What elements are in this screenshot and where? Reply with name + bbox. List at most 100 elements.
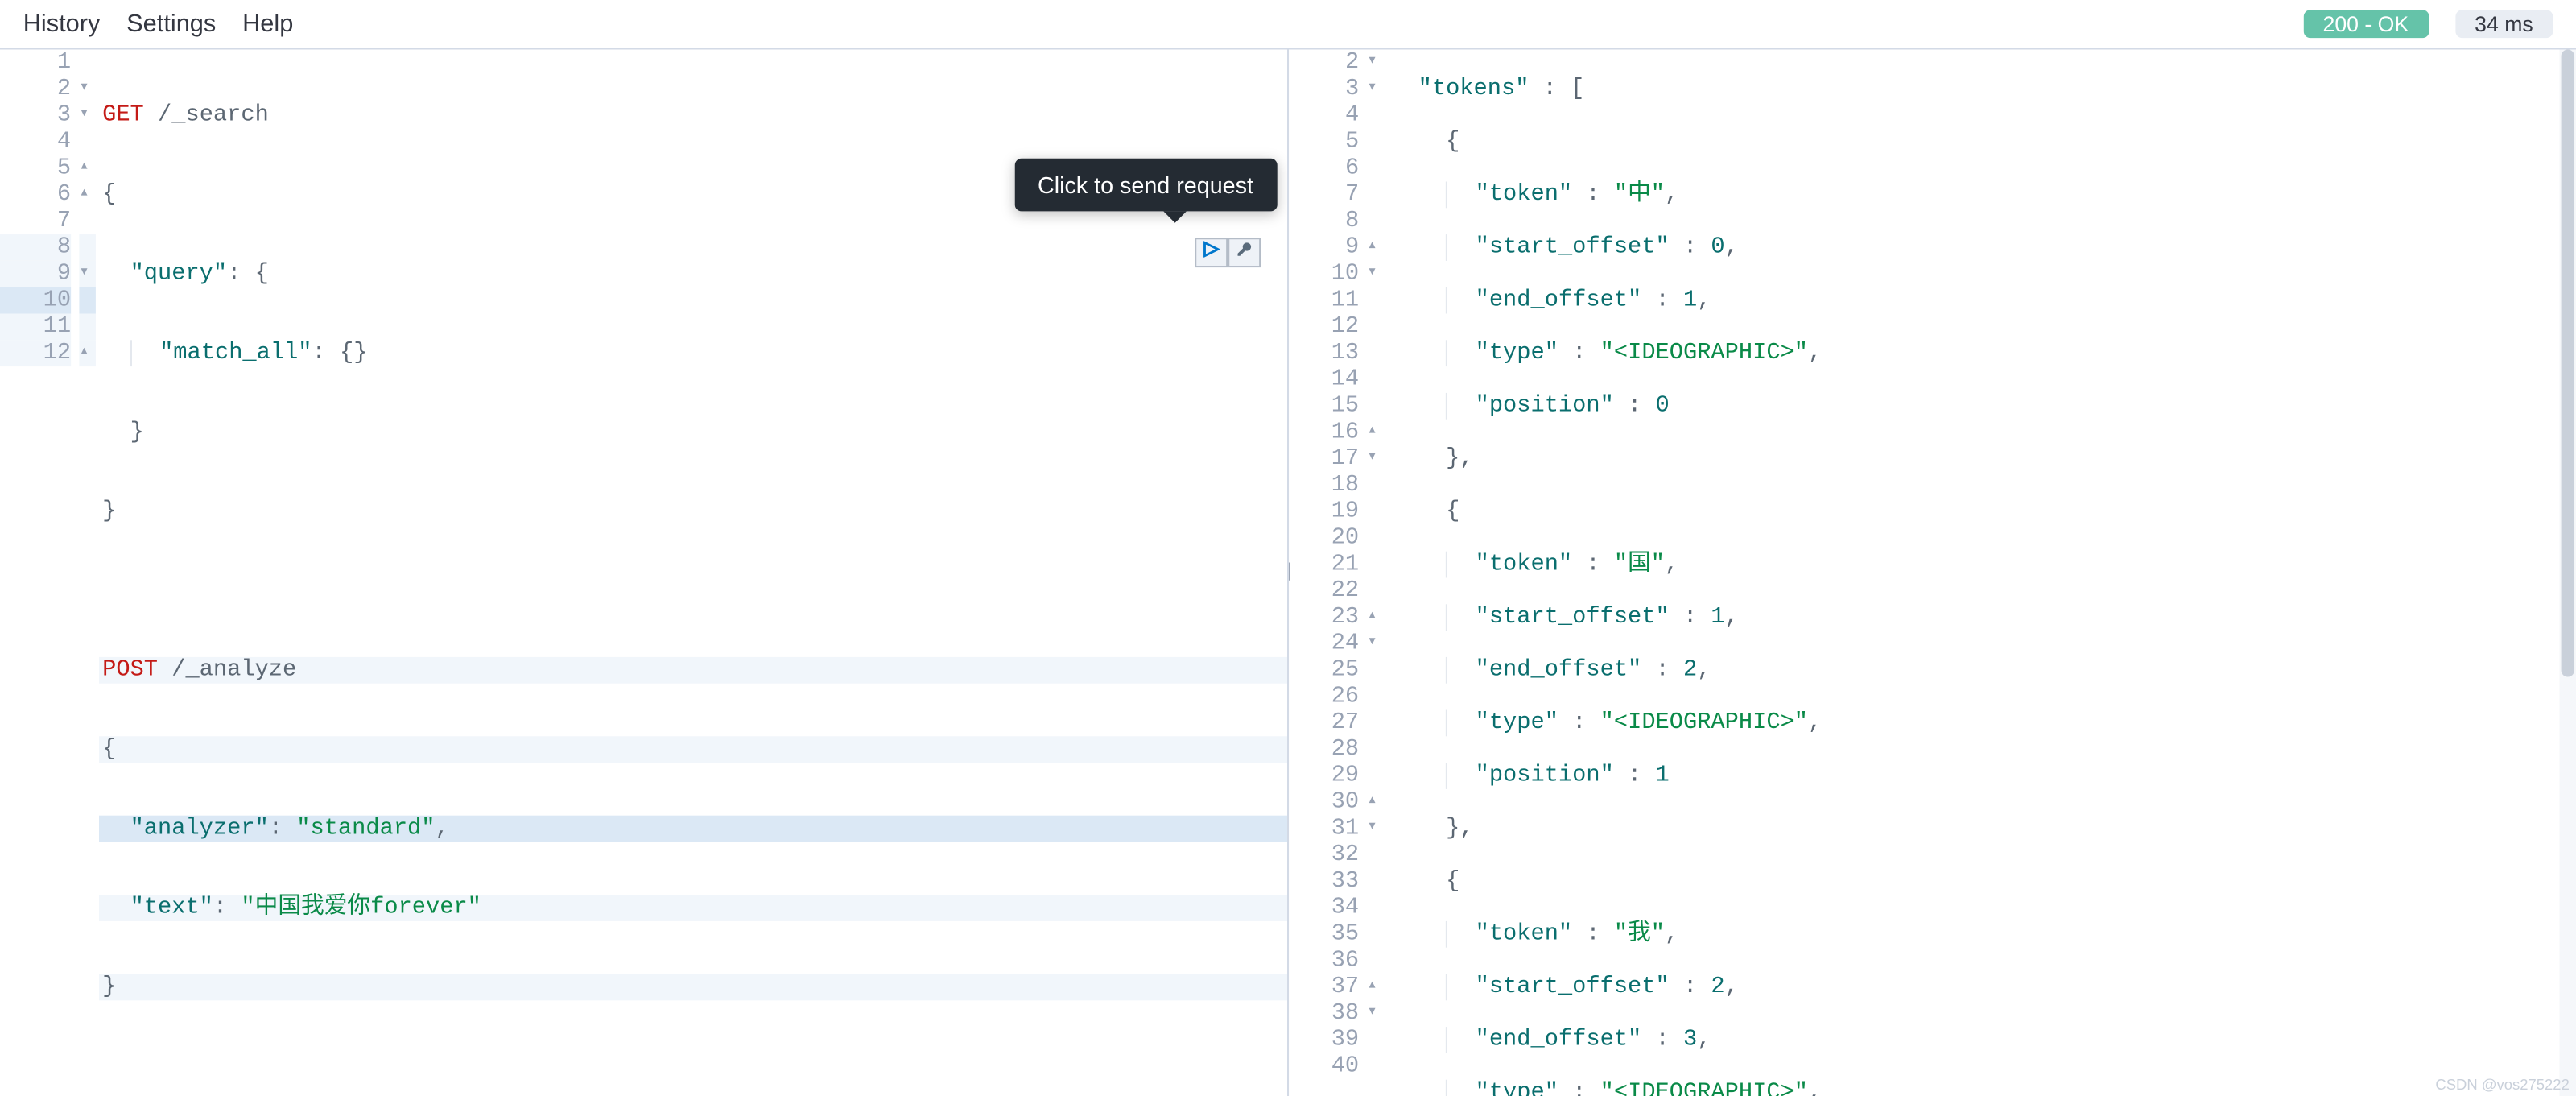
fold-marker[interactable]: ▴	[79, 182, 96, 209]
menu-history[interactable]: History	[23, 10, 101, 38]
fold-marker[interactable]: ▾	[1367, 631, 1384, 657]
send-request-button[interactable]	[1194, 238, 1227, 267]
fold-marker[interactable]: ▴	[1367, 604, 1384, 631]
fold-marker[interactable]: ▾	[1367, 50, 1384, 77]
fold-marker[interactable]	[1367, 287, 1384, 314]
fold-marker[interactable]	[79, 314, 96, 341]
fold-marker[interactable]	[1367, 552, 1384, 578]
fold-marker[interactable]	[1367, 710, 1384, 737]
fold-marker[interactable]	[1367, 657, 1384, 684]
fold-marker[interactable]: ▴	[1367, 974, 1384, 1001]
menubar: History Settings Help 200 - OK 34 ms	[0, 0, 2576, 50]
fold-marker[interactable]	[1367, 525, 1384, 552]
fold-marker[interactable]	[1367, 182, 1384, 209]
punct: ,	[1725, 604, 1739, 631]
fold-marker[interactable]	[79, 208, 96, 234]
json-string: "国"	[1614, 552, 1665, 578]
fold-marker[interactable]: ▾	[1367, 816, 1384, 842]
json-key: "end_offset"	[1476, 657, 1642, 684]
line-number: 35	[1288, 921, 1359, 948]
fold-marker[interactable]	[1367, 895, 1384, 921]
response-viewer[interactable]: "tokens" : [ { "token" : "中", "start_off…	[1384, 50, 2576, 1096]
line-number: 36	[1288, 948, 1359, 974]
json-key: "text"	[130, 895, 213, 921]
fold-marker[interactable]	[1367, 472, 1384, 498]
fold-marker[interactable]: ▾	[1367, 261, 1384, 287]
line-number: 12	[0, 340, 71, 366]
fold-marker[interactable]	[1367, 948, 1384, 974]
fold-marker[interactable]	[1367, 366, 1384, 393]
response-scrollbar[interactable]	[2560, 50, 2576, 1096]
wrench-icon	[1235, 239, 1252, 266]
punct: :	[1558, 340, 1600, 366]
fold-marker[interactable]: ▾	[79, 102, 96, 129]
fold-marker[interactable]	[79, 287, 96, 314]
fold-marker[interactable]	[1367, 868, 1384, 895]
fold-marker[interactable]	[1367, 1053, 1384, 1080]
request-options-button[interactable]	[1227, 238, 1260, 267]
fold-marker[interactable]	[1367, 498, 1384, 525]
fold-marker[interactable]: ▴	[1367, 234, 1384, 261]
scrollbar-thumb[interactable]	[2562, 50, 2574, 678]
line-number: 7	[1288, 182, 1359, 209]
json-key: "type"	[1476, 710, 1558, 737]
json-key: "match_all"	[159, 340, 312, 366]
line-number: 1	[0, 50, 71, 77]
fold-marker[interactable]	[79, 50, 96, 77]
fold-marker[interactable]	[1367, 155, 1384, 182]
menu-help[interactable]: Help	[242, 10, 293, 38]
fold-marker[interactable]	[1367, 129, 1384, 155]
fold-marker[interactable]	[1367, 921, 1384, 948]
brace: {	[1446, 498, 1459, 525]
fold-marker[interactable]: ▴	[79, 155, 96, 182]
punct: :	[1670, 974, 1711, 1001]
fold-marker[interactable]: ▴	[1367, 789, 1384, 816]
fold-marker[interactable]	[1367, 314, 1384, 341]
status-code-badge[interactable]: 200 - OK	[2303, 10, 2429, 38]
punct: :	[1572, 921, 1614, 948]
line-number: 21	[1288, 552, 1359, 578]
fold-marker[interactable]: ▾	[79, 76, 96, 102]
fold-marker[interactable]	[1367, 393, 1384, 420]
fold-marker[interactable]	[1367, 736, 1384, 763]
brace: }	[130, 420, 144, 446]
line-number: 37	[1288, 974, 1359, 1001]
json-string: "中"	[1614, 182, 1665, 209]
fold-marker[interactable]	[1367, 102, 1384, 129]
line-number: 34	[1288, 895, 1359, 921]
json-key: "token"	[1476, 182, 1573, 209]
punct: :	[1572, 182, 1614, 209]
fold-marker[interactable]: ▾	[1367, 76, 1384, 102]
fold-marker[interactable]	[1367, 208, 1384, 234]
fold-marker[interactable]: ▾	[79, 261, 96, 287]
fold-marker[interactable]	[1367, 842, 1384, 869]
punct: ,	[1725, 234, 1739, 261]
fold-marker[interactable]	[1367, 578, 1384, 605]
fold-marker[interactable]: ▾	[1367, 446, 1384, 473]
line-number: 6	[0, 182, 71, 209]
line-number: 8	[1288, 208, 1359, 234]
line-number: 11	[1288, 287, 1359, 314]
status-time-badge[interactable]: 34 ms	[2455, 10, 2553, 38]
line-number: 2	[1288, 50, 1359, 77]
punct: :	[1614, 393, 1656, 420]
punct: :	[1670, 604, 1711, 631]
fold-marker[interactable]	[1367, 763, 1384, 789]
punct: :	[1641, 657, 1683, 684]
fold-marker[interactable]: ▴	[79, 340, 96, 366]
menu-settings[interactable]: Settings	[126, 10, 216, 38]
line-number: 26	[1288, 684, 1359, 710]
http-method: GET	[102, 102, 144, 129]
line-number: 7	[0, 208, 71, 234]
fold-marker[interactable]	[1367, 340, 1384, 366]
fold-marker[interactable]	[79, 234, 96, 261]
line-number: 33	[1288, 868, 1359, 895]
punct: :	[1572, 552, 1614, 578]
fold-marker[interactable]	[1367, 1027, 1384, 1053]
fold-marker[interactable]: ▴	[1367, 420, 1384, 446]
json-string: "<IDEOGRAPHIC>"	[1600, 1080, 1808, 1096]
fold-marker[interactable]	[1367, 684, 1384, 710]
fold-marker[interactable]: ▾	[1367, 1000, 1384, 1027]
fold-marker[interactable]	[79, 129, 96, 155]
punct: ,	[435, 816, 448, 842]
